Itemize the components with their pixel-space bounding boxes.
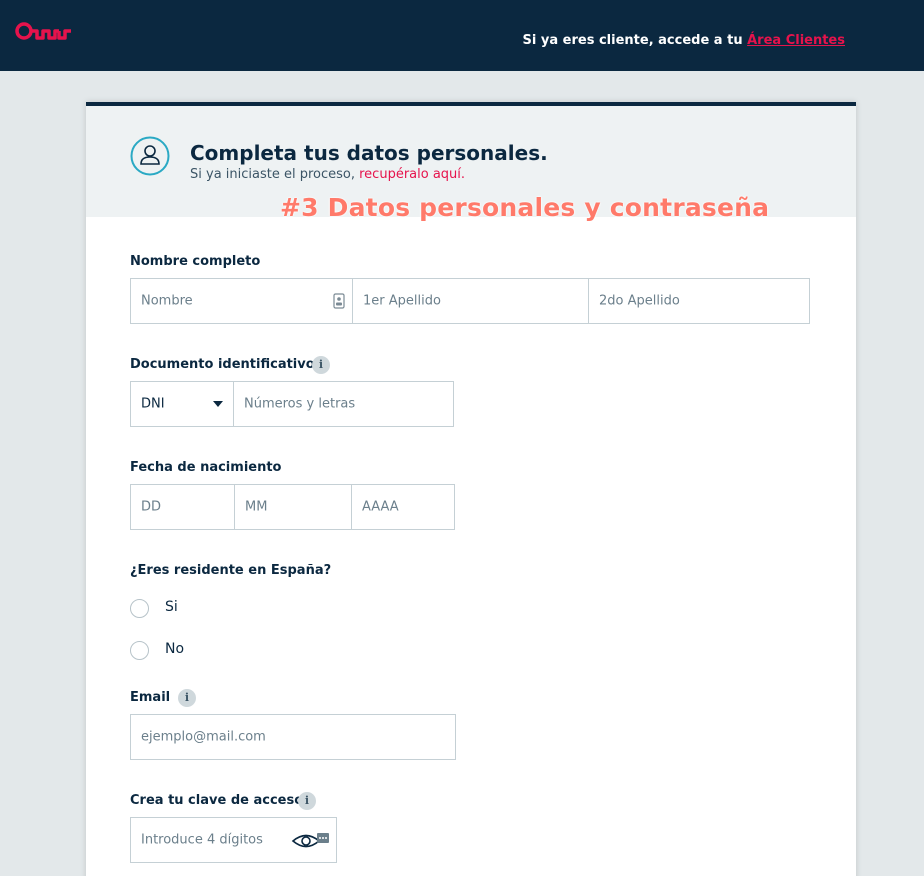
residence-no-radio[interactable] <box>130 641 149 660</box>
email-input[interactable]: ejemplo@mail.com <box>130 714 456 760</box>
eye-icon[interactable] <box>291 830 331 850</box>
residence-yes-radio[interactable] <box>130 599 149 618</box>
info-icon[interactable]: i <box>178 689 196 707</box>
user-icon <box>130 136 170 176</box>
logo-icon[interactable] <box>15 17 75 47</box>
recover-process-link[interactable]: recupéralo aquí. <box>359 167 465 182</box>
document-label: Documento identificativo <box>130 357 315 372</box>
client-area-link[interactable]: Área Clientes <box>747 33 845 48</box>
residence-no-label[interactable]: No <box>165 641 184 657</box>
top-bar: Si ya eres cliente, accede a tu Área Cli… <box>0 0 924 71</box>
full-name-group: Nombre 1er Apellido 2do Apellido <box>130 278 810 324</box>
birth-year-placeholder: AAAA <box>362 499 399 515</box>
second-surname-placeholder: 2do Apellido <box>599 293 680 309</box>
subtitle-text: Si ya iniciaste el proceso, <box>190 167 360 182</box>
email-placeholder: ejemplo@mail.com <box>141 729 266 745</box>
birth-day-input[interactable]: DD <box>131 485 234 529</box>
first-surname-input[interactable]: 1er Apellido <box>353 279 588 323</box>
card-subtitle: Si ya iniciaste el proceso, recupéralo a… <box>190 167 465 182</box>
document-number-input[interactable]: Números y letras <box>234 382 453 426</box>
password-placeholder: Introduce 4 dígitos <box>141 832 263 848</box>
email-label: Email <box>130 690 171 705</box>
second-surname-input[interactable]: 2do Apellido <box>589 279 809 323</box>
header-client-prompt: Si ya eres cliente, accede a tu Área Cli… <box>523 33 845 48</box>
document-type-value: DNI <box>141 396 165 412</box>
first-name-input[interactable]: Nombre <box>131 279 352 323</box>
birth-month-placeholder: MM <box>245 499 268 515</box>
birth-month-input[interactable]: MM <box>235 485 351 529</box>
page-title: Completa tus datos personales. <box>190 141 548 165</box>
residence-yes-label[interactable]: Si <box>165 599 178 615</box>
first-surname-placeholder: 1er Apellido <box>363 293 441 309</box>
info-icon[interactable]: i <box>312 356 330 374</box>
header-prompt-text: Si ya eres cliente, accede a tu <box>522 33 748 48</box>
contact-card-icon[interactable] <box>333 293 345 309</box>
document-group: DNI Números y letras <box>130 381 454 427</box>
first-name-placeholder: Nombre <box>141 293 193 309</box>
chevron-down-icon <box>213 401 223 407</box>
password-input[interactable]: Introduce 4 dígitos <box>130 817 337 863</box>
birthdate-label: Fecha de nacimiento <box>130 460 282 475</box>
birth-year-input[interactable]: AAAA <box>352 485 454 529</box>
birthdate-group: DD MM AAAA <box>130 484 455 530</box>
password-label: Crea tu clave de acceso <box>130 793 304 808</box>
document-type-select[interactable]: DNI <box>131 382 233 426</box>
birth-day-placeholder: DD <box>141 499 162 515</box>
residence-label: ¿Eres residente en España? <box>130 563 332 578</box>
document-number-placeholder: Números y letras <box>244 396 356 412</box>
step-annotation: #3 Datos personales y contraseña <box>280 193 770 222</box>
info-icon[interactable]: i <box>298 792 316 810</box>
full-name-label: Nombre completo <box>130 254 261 269</box>
